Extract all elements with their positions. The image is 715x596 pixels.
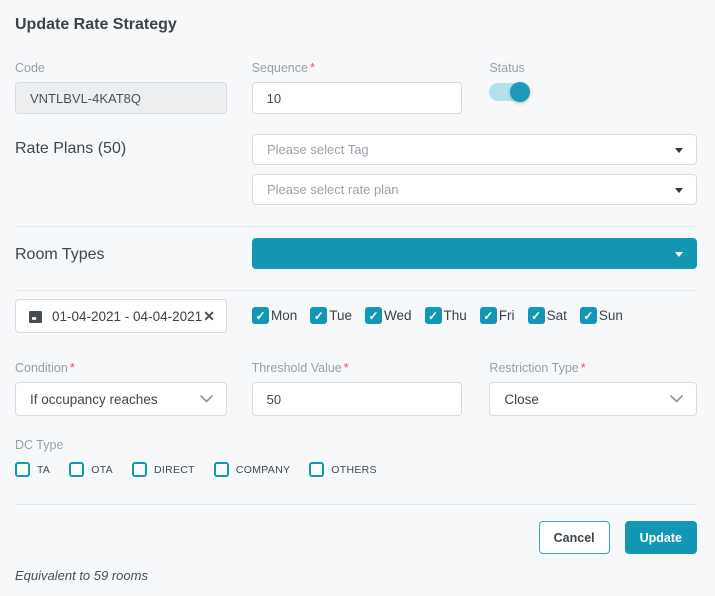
threshold-field-group: Threshold Value* (252, 361, 463, 416)
unchecked-checkbox-icon (214, 462, 229, 477)
restriction-type-select[interactable]: Close (489, 382, 697, 416)
code-label: Code (15, 61, 227, 75)
toggle-knob (510, 82, 530, 102)
rate-plans-label: Rate Plans (50) (15, 134, 252, 158)
caret-down-icon (675, 188, 683, 193)
required-asterisk: * (70, 361, 75, 375)
threshold-field[interactable] (252, 382, 463, 416)
dc-type-label: DC Type (15, 438, 697, 452)
checkbox-direct[interactable]: DIRECT (132, 462, 195, 477)
dc-type-group: DC Type TA OTA DIRECT COMPANY OTHERS (15, 438, 697, 477)
room-types-label: Room Types (15, 238, 252, 264)
sequence-label: Sequence (252, 61, 308, 75)
calendar-icon (28, 309, 43, 324)
checkbox-thu[interactable]: ✓ Thu (425, 307, 467, 324)
condition-select[interactable]: If occupancy reaches (15, 382, 227, 416)
status-field-group: Status (489, 61, 697, 102)
restriction-field-group: Restriction Type* Close (489, 361, 697, 416)
status-toggle[interactable] (489, 82, 529, 102)
sequence-field[interactable] (252, 82, 463, 114)
tag-select-placeholder: Please select Tag (267, 142, 369, 157)
update-button[interactable]: Update (625, 521, 697, 554)
divider (15, 504, 697, 505)
checkbox-fri[interactable]: ✓ Fri (480, 307, 515, 324)
dc-type-options: TA OTA DIRECT COMPANY OTHERS (15, 462, 697, 477)
checked-checkbox-icon: ✓ (425, 307, 442, 324)
weekday-checkboxes: ✓ Mon ✓ Tue ✓ Wed ✓ Thu ✓ Fri ✓ Sat (252, 299, 623, 324)
rate-plan-select-placeholder: Please select rate plan (267, 182, 399, 197)
checked-checkbox-icon: ✓ (528, 307, 545, 324)
row-room-types: Room Types (15, 238, 697, 269)
checkbox-others[interactable]: OTHERS (309, 462, 377, 477)
checked-checkbox-icon: ✓ (252, 307, 269, 324)
chevron-down-icon (670, 395, 683, 403)
unchecked-checkbox-icon (15, 462, 30, 477)
condition-field-group: Condition* If occupancy reaches (15, 361, 227, 416)
chevron-down-icon (200, 395, 213, 403)
clear-date-icon[interactable]: ✕ (203, 309, 215, 323)
checked-checkbox-icon: ✓ (580, 307, 597, 324)
unchecked-checkbox-icon (309, 462, 324, 477)
page-title: Update Rate Strategy (15, 16, 697, 34)
condition-value: If occupancy reaches (30, 392, 158, 407)
checkbox-ota[interactable]: OTA (69, 462, 113, 477)
tag-select[interactable]: Please select Tag (252, 134, 697, 165)
required-asterisk: * (581, 361, 586, 375)
date-range-value: 01-04-2021 - 04-04-2021 (52, 309, 203, 324)
required-asterisk: * (344, 361, 349, 375)
row-condition-threshold-restriction: Condition* If occupancy reaches Threshol… (15, 361, 697, 416)
action-buttons: Cancel Update (15, 521, 697, 554)
rooms-equivalent-note: Equivalent to 59 rooms (15, 568, 697, 583)
sequence-field-group: Sequence* (252, 61, 463, 114)
checkbox-ta[interactable]: TA (15, 462, 50, 477)
divider (15, 290, 697, 291)
status-label: Status (489, 61, 697, 75)
code-field (15, 82, 227, 114)
unchecked-checkbox-icon (132, 462, 147, 477)
caret-down-icon (675, 252, 683, 257)
checkbox-sun[interactable]: ✓ Sun (580, 307, 623, 324)
code-field-group: Code (15, 61, 227, 114)
restriction-type-label: Restriction Type (489, 361, 578, 375)
checked-checkbox-icon: ✓ (365, 307, 382, 324)
unchecked-checkbox-icon (69, 462, 84, 477)
checkbox-tue[interactable]: ✓ Tue (310, 307, 352, 324)
room-types-select[interactable] (252, 238, 697, 269)
checkbox-mon[interactable]: ✓ Mon (252, 307, 297, 324)
required-asterisk: * (310, 61, 315, 75)
checked-checkbox-icon: ✓ (480, 307, 497, 324)
rate-plan-select[interactable]: Please select rate plan (252, 174, 697, 205)
condition-label: Condition (15, 361, 68, 375)
checkbox-sat[interactable]: ✓ Sat (528, 307, 567, 324)
checkbox-wed[interactable]: ✓ Wed (365, 307, 412, 324)
row-rate-plans: Rate Plans (50) Please select Tag Please… (15, 134, 697, 205)
checkbox-company[interactable]: COMPANY (214, 462, 290, 477)
restriction-type-value: Close (504, 392, 539, 407)
threshold-label: Threshold Value (252, 361, 342, 375)
divider (15, 226, 697, 227)
caret-down-icon (675, 148, 683, 153)
row-code-sequence-status: Code Sequence* Status (15, 61, 697, 114)
cancel-button[interactable]: Cancel (539, 521, 610, 554)
update-rate-strategy-form: Update Rate Strategy Code Sequence* Stat… (0, 0, 715, 583)
date-range-input[interactable]: 01-04-2021 - 04-04-2021 ✕ (15, 299, 227, 333)
checked-checkbox-icon: ✓ (310, 307, 327, 324)
row-date-days: 01-04-2021 - 04-04-2021 ✕ ✓ Mon ✓ Tue ✓ … (15, 299, 697, 333)
